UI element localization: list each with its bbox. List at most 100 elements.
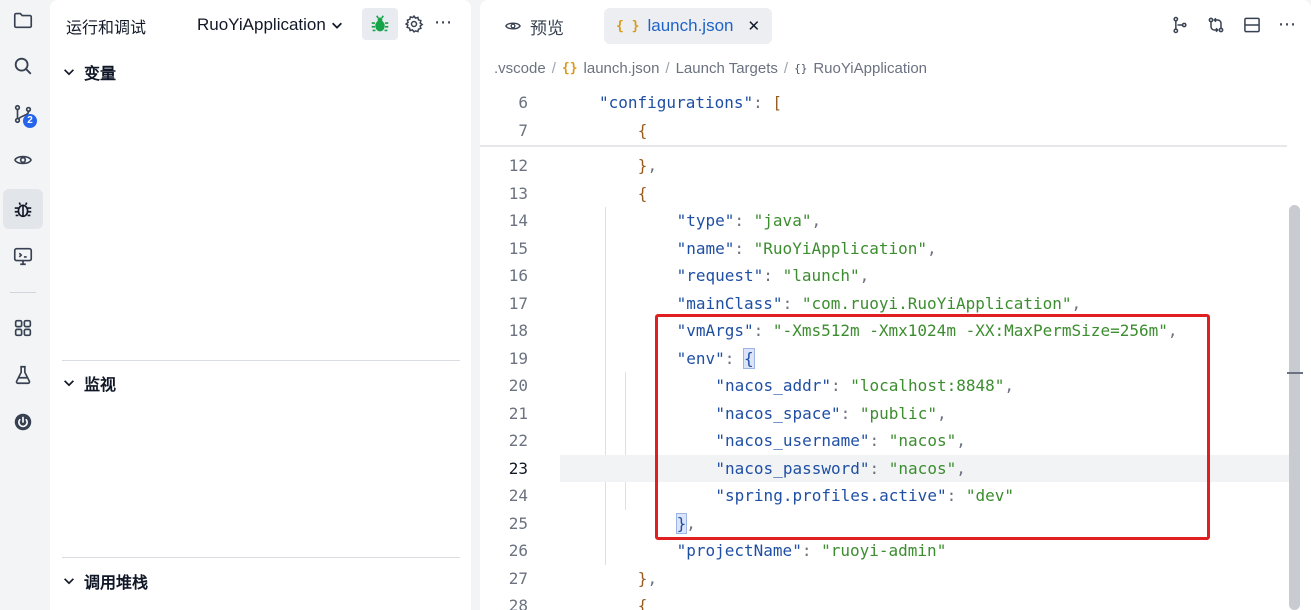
json-punctuation: : xyxy=(840,403,860,423)
json-punctuation: , xyxy=(811,211,822,230)
variables-label: 变量 xyxy=(84,66,117,83)
activity-divider xyxy=(10,292,36,293)
code-text: "spring.profiles.active": "dev" xyxy=(715,482,1014,510)
json-punctuation: , xyxy=(956,458,966,478)
breadcrumb-separator: / xyxy=(665,59,670,77)
breadcrumb-separator: / xyxy=(783,59,789,77)
run-debug-icon[interactable] xyxy=(3,189,43,229)
tab-preview[interactable]: 预览 xyxy=(492,8,576,44)
code-line[interactable]: 17 "mainClass": "com.ruoyi.RuoYiApplicati… xyxy=(480,290,1300,318)
code-line[interactable]: 15 "name": "RuoYiApplication", xyxy=(480,235,1300,263)
code-line[interactable]: 13 { xyxy=(480,180,1300,208)
json-string: "-Xms512m -Xmx1024m -XX:MaxPermSize=256m… xyxy=(772,321,1168,340)
springboot-icon[interactable] xyxy=(3,402,43,442)
more-actions-icon[interactable]: ⋯ xyxy=(434,12,453,33)
json-key: "vmArgs" xyxy=(676,321,754,340)
code-line[interactable]: 12}, xyxy=(480,152,1300,180)
code-line[interactable]: 6 "configurations": [ xyxy=(480,89,1300,117)
close-icon[interactable]: ✕ xyxy=(748,17,761,35)
json-string: "launch" xyxy=(782,266,860,285)
code-editor[interactable]: 6 "configurations": [7{12}, 13{14 "type": "… xyxy=(480,89,1311,610)
code-line[interactable]: 7{ xyxy=(480,117,1300,145)
json-punctuation: : xyxy=(830,376,851,395)
code-line[interactable]: 22 "nacos_username": "nacos", xyxy=(480,427,1300,455)
json-key: "request" xyxy=(676,266,764,285)
compare-changes-icon[interactable] xyxy=(1206,15,1226,35)
run-debug-header: 运行和调试 RuoYiApplication ⋯ xyxy=(50,0,471,48)
json-punctuation: : xyxy=(753,321,773,340)
json-punctuation: : xyxy=(734,211,754,230)
code-line[interactable]: 20 "nacos_addr": "localhost:8848", xyxy=(480,372,1300,400)
json-key: "nacos_space" xyxy=(715,403,841,423)
code-text: "name": "RuoYiApplication", xyxy=(677,235,937,263)
breadcrumb-item[interactable]: Launch Targets xyxy=(676,60,778,77)
call-stack-label: 调用堆栈 xyxy=(84,575,149,592)
json-punctuation: { xyxy=(637,183,648,203)
code-line[interactable]: 27}, xyxy=(480,565,1300,593)
remote-display-icon[interactable] xyxy=(3,236,43,276)
chevron-down-icon xyxy=(64,380,74,387)
json-key: "mainClass" xyxy=(676,293,783,313)
json-punctuation: , xyxy=(936,403,947,423)
code-text: "request": "launch", xyxy=(677,262,870,290)
json-punctuation: , xyxy=(1071,293,1082,313)
code-text: "nacos_username": "nacos", xyxy=(715,427,965,455)
line-number: 14 xyxy=(508,211,528,230)
testing-icon[interactable] xyxy=(3,355,43,395)
json-punctuation: : xyxy=(946,486,966,505)
code-line[interactable]: 25}, xyxy=(480,510,1300,538)
more-actions-icon[interactable]: ⋯ xyxy=(1278,14,1297,35)
json-string: "dev" xyxy=(965,486,1015,505)
code-line[interactable]: 21 "nacos_space": "public", xyxy=(480,400,1300,428)
code-line[interactable]: 26 "projectName": "ruoyi-admin" xyxy=(480,537,1300,565)
call-stack-section-header[interactable]: 调用堆栈 xyxy=(62,567,148,595)
source-control-icon[interactable]: 2 xyxy=(3,94,43,134)
code-text: "nacos_space": "public", xyxy=(715,400,946,428)
line-number: 6 xyxy=(518,93,528,112)
watch-section-header[interactable]: 监视 xyxy=(62,369,116,397)
breadcrumb-item[interactable]: .vscode xyxy=(494,60,546,77)
variables-section-header[interactable]: 变量 xyxy=(62,58,116,86)
code-line[interactable]: 18 "vmArgs": "-Xms512m -Xmx1024m -XX:MaxP… xyxy=(480,317,1300,345)
tab-launch-json[interactable]: { } launch.json ✕ xyxy=(604,8,773,44)
line-number: 17 xyxy=(508,293,528,313)
json-punctuation: : xyxy=(801,541,822,560)
json-key: "projectName" xyxy=(676,541,802,560)
launch-config-select[interactable]: RuoYiApplication xyxy=(197,12,344,38)
code-line[interactable]: 24 "spring.profiles.active": "dev" xyxy=(480,482,1300,510)
code-line[interactable]: 14 "type": "java", xyxy=(480,207,1300,235)
json-braces-icon: {} xyxy=(561,60,578,76)
start-debugging-button[interactable] xyxy=(362,8,398,40)
breadcrumb-separator: / xyxy=(551,59,556,77)
search-icon[interactable] xyxy=(3,46,43,86)
json-string: "com.ruoyi.RuoYiApplication" xyxy=(801,293,1072,313)
line-number: 25 xyxy=(508,513,528,533)
json-punctuation: : xyxy=(734,238,754,258)
remote-explorer-icon[interactable] xyxy=(3,140,43,180)
json-punctuation: , xyxy=(927,238,937,258)
code-text: "nacos_addr": "localhost:8848", xyxy=(715,372,1014,400)
section-divider xyxy=(62,360,460,361)
tab-label: launch.json xyxy=(647,16,734,35)
source-control-badge: 2 xyxy=(23,114,37,128)
code-line[interactable]: 28 { xyxy=(480,592,1300,610)
code-line[interactable]: 19 "env": { xyxy=(480,345,1300,373)
open-changes-icon[interactable] xyxy=(1170,15,1190,35)
code-text: { xyxy=(638,180,648,208)
explorer-icon[interactable] xyxy=(3,0,43,40)
code-line[interactable]: 16 "request": "launch", xyxy=(480,262,1300,290)
json-punctuation: : xyxy=(869,431,889,450)
gear-icon[interactable] xyxy=(404,14,424,34)
vertical-scrollbar[interactable] xyxy=(1289,205,1300,610)
extensions-icon[interactable] xyxy=(3,308,43,348)
breadcrumb-item[interactable]: launch.json xyxy=(584,60,660,77)
json-punctuation: { xyxy=(637,120,648,140)
json-punctuation: , xyxy=(1004,376,1015,395)
json-key: "env" xyxy=(676,348,725,368)
breadcrumb-item[interactable]: RuoYiApplication xyxy=(813,60,927,77)
code-text: "mainClass": "com.ruoyi.RuoYiApplication… xyxy=(677,290,1082,318)
split-editor-icon[interactable] xyxy=(1242,15,1262,35)
code-line[interactable]: 23 "nacos_password": "nacos", xyxy=(480,455,1300,483)
json-punctuation: { xyxy=(743,347,755,369)
line-number: 7 xyxy=(518,120,528,140)
